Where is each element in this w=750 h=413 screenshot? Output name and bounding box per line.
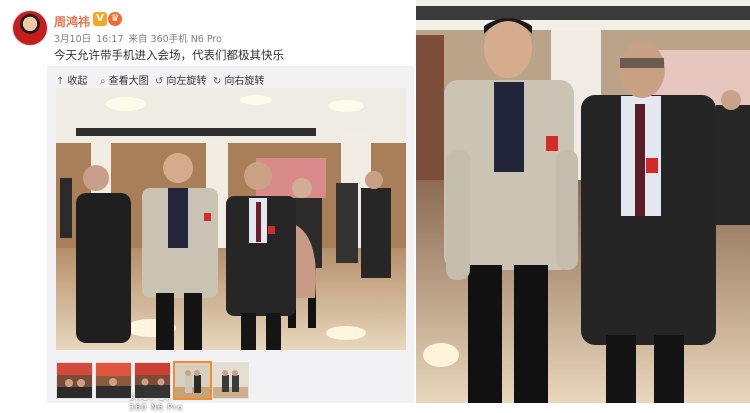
verified-badge-icon[interactable]: V: [93, 12, 107, 26]
rotate-right-label: 向右旋转: [224, 76, 265, 87]
thumbnail-selected[interactable]: [173, 361, 212, 400]
main-photo-image: [56, 88, 406, 350]
rotate-left-icon: ↺: [155, 76, 164, 87]
enlarged-photo-image: [416, 0, 750, 403]
post-date[interactable]: 3月10日: [54, 34, 91, 45]
collapse-button[interactable]: ↑ 收起: [56, 72, 87, 87]
post-time[interactable]: 16:17: [96, 34, 123, 45]
rotate-left-button[interactable]: ↺ 向左旋转: [155, 72, 206, 87]
thumbnail-image: [57, 363, 92, 398]
thumbnail[interactable]: [95, 362, 132, 399]
thumbnail-image: [135, 363, 170, 398]
thumbnail-strip: [56, 361, 416, 400]
enlarged-photo: [416, 0, 750, 403]
thumbnail[interactable]: [212, 362, 249, 399]
thumbnail-image: [96, 363, 131, 398]
rotate-right-button[interactable]: ↻ 向右旋转: [213, 72, 264, 87]
thumbnail[interactable]: [134, 362, 171, 399]
collapse-label: 收起: [67, 76, 88, 87]
watermark-line2: 360 N6 Pro: [129, 403, 184, 412]
arrow-up-icon: ↑: [56, 76, 65, 87]
author-name[interactable]: 周鸿祎: [54, 13, 90, 30]
avatar[interactable]: [13, 11, 47, 45]
post-meta: 3月10日 16:17 来自 360手机 N6 Pro: [54, 31, 227, 45]
main-photo[interactable]: [56, 88, 406, 350]
post-source: 来自 360手机 N6 Pro: [128, 34, 222, 45]
view-large-label: 查看大图: [108, 76, 149, 87]
thumbnail-image: [213, 363, 248, 398]
weibo-post: 周鸿祎 V ♛ 3月10日 16:17 来自 360手机 N6 Pro 今天允许带手…: [0, 0, 416, 412]
media-toolbar: ↑ 收起 ⌕ 查看大图 ↺ 向左旋转 ↻ 向右旋转: [47, 70, 414, 87]
thumbnail-image: [175, 363, 210, 398]
rotate-left-label: 向左旋转: [166, 76, 207, 87]
media-viewer: ↑ 收起 ⌕ 查看大图 ↺ 向左旋转 ↻ 向右旋转 360 N6 Pro: [47, 66, 416, 412]
member-crown-icon[interactable]: ♛: [108, 12, 122, 26]
rotate-right-icon: ↻: [213, 76, 222, 87]
magnifier-icon: ⌕: [100, 76, 106, 87]
view-large-button[interactable]: ⌕ 查看大图: [100, 72, 149, 87]
post-text: 今天允许带手机进入会场，代表们都极其快乐: [54, 48, 284, 62]
thumbnail[interactable]: [56, 362, 93, 399]
